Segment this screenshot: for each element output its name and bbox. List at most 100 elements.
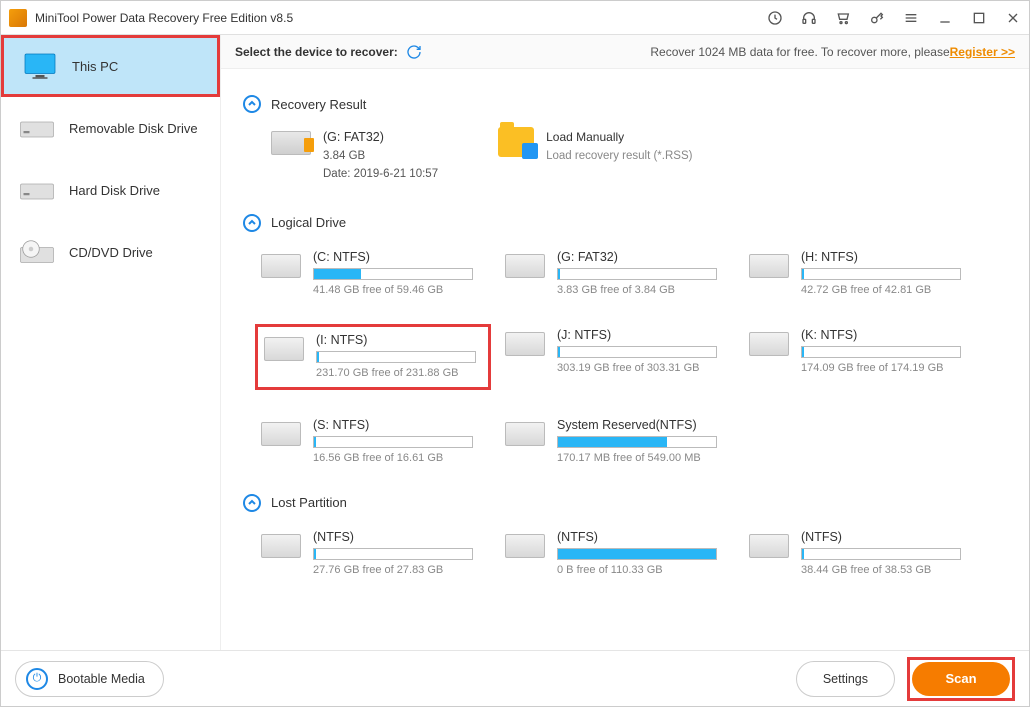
chevron-up-icon [243,494,261,512]
usage-bar [801,268,961,280]
drive-icon [505,332,545,356]
drive-icon [271,131,311,155]
settings-button[interactable]: Settings [796,661,895,697]
sidebar-item-hard-disk-drive[interactable]: Hard Disk Drive [1,159,220,221]
recover-limit-text: Recover 1024 MB data for free. To recove… [650,45,949,59]
drive-name: (K: NTFS) [801,328,973,342]
usage-bar [557,548,717,560]
drive-card-lost-1[interactable]: (NTFS) 0 B free of 110.33 GB [499,526,735,580]
app-title: MiniTool Power Data Recovery Free Editio… [35,11,767,25]
usage-bar [316,351,476,363]
drive-name: System Reserved(NTFS) [557,418,729,432]
drive-icon [505,422,545,446]
usage-bar [557,268,717,280]
bootable-media-button[interactable]: ⏻ Bootable Media [15,661,164,697]
usage-bar [313,548,473,560]
drive-card-lost-0[interactable]: (NTFS) 27.76 GB free of 27.83 GB [255,526,491,580]
drive-name: (NTFS) [557,530,729,544]
drive-free: 42.72 GB free of 42.81 GB [801,284,973,296]
sidebar-item-label: Removable Disk Drive [69,121,198,136]
maximize-icon[interactable] [971,10,987,26]
drive-free: 3.83 GB free of 3.84 GB [557,284,729,296]
drive-free: 231.70 GB free of 231.88 GB [316,367,482,379]
folder-icon [498,127,534,157]
clock-icon[interactable] [767,10,783,26]
drive-card-lost-2[interactable]: (NTFS) 38.44 GB free of 38.53 GB [743,526,979,580]
usage-bar [557,346,717,358]
sidebar: This PC Removable Disk Drive Hard Disk Dri… [1,35,221,650]
select-device-label: Select the device to recover: [235,45,398,59]
sidebar-item-label: This PC [72,59,118,74]
drive-free: 174.09 GB free of 174.19 GB [801,362,973,374]
headset-icon[interactable] [801,10,817,26]
scan-button[interactable]: Scan [912,662,1010,696]
drive-card-logical-0[interactable]: (C: NTFS) 41.48 GB free of 59.46 GB [255,246,491,300]
drive-name: (C: NTFS) [313,250,485,264]
drive-icon [261,534,301,558]
usage-bar [801,548,961,560]
drive-free: 0 B free of 110.33 GB [557,564,729,576]
drive-icon [749,332,789,356]
drive-card-logical-4[interactable]: (J: NTFS) 303.19 GB free of 303.31 GB [499,324,735,390]
drive-icon [261,254,301,278]
drive-name: (J: NTFS) [557,328,729,342]
menu-icon[interactable] [903,10,919,26]
drive-name: (G: FAT32) [557,250,729,264]
header-bar: Select the device to recover: Recover 10… [221,35,1029,69]
usage-bar [801,346,961,358]
drive-name: (I: NTFS) [316,333,482,347]
drive-free: 38.44 GB free of 38.53 GB [801,564,973,576]
usage-bar [313,436,473,448]
cart-icon[interactable] [835,10,851,26]
minimize-icon[interactable] [937,10,953,26]
usage-bar [313,268,473,280]
load-manually[interactable]: Load ManuallyLoad recovery result (*.RSS… [498,127,692,184]
drive-name: (NTFS) [313,530,485,544]
chevron-up-icon [243,95,261,113]
drive-free: 303.19 GB free of 303.31 GB [557,362,729,374]
drive-icon [264,337,304,361]
sidebar-item-label: CD/DVD Drive [69,245,153,260]
drive-free: 27.76 GB free of 27.83 GB [313,564,485,576]
drive-icon [749,534,789,558]
drive-free: 41.48 GB free of 59.46 GB [313,284,485,296]
close-icon[interactable] [1005,10,1021,26]
titlebar: MiniTool Power Data Recovery Free Editio… [1,1,1029,35]
usage-bar [557,436,717,448]
footer: ⏻ Bootable Media Settings Scan [1,650,1029,706]
section-recovery-result[interactable]: Recovery Result [243,95,1007,113]
section-logical-drive[interactable]: Logical Drive [243,214,1007,232]
sidebar-item-this-pc[interactable]: This PC [1,35,220,97]
drive-icon [505,534,545,558]
drive-name: (NTFS) [801,530,973,544]
key-icon[interactable] [869,10,885,26]
drive-icon [19,114,55,142]
drive-name: (S: NTFS) [313,418,485,432]
drive-icon [261,422,301,446]
drive-icon [749,254,789,278]
drive-card-logical-5[interactable]: (K: NTFS) 174.09 GB free of 174.19 GB [743,324,979,390]
drive-card-logical-6[interactable]: (S: NTFS) 16.56 GB free of 16.61 GB [255,414,491,468]
drive-icon [505,254,545,278]
refresh-icon[interactable] [406,44,422,60]
scan-highlight: Scan [907,657,1015,701]
drive-icon [19,176,55,204]
recovery-result-item[interactable]: (G: FAT32)3.84 GBDate: 2019-6-21 10:57 [271,127,438,184]
drive-free: 170.17 MB free of 549.00 MB [557,452,729,464]
monitor-icon [22,52,58,80]
power-icon: ⏻ [26,668,48,690]
chevron-up-icon [243,214,261,232]
cd-icon [19,238,55,266]
sidebar-item-removable-disk-drive[interactable]: Removable Disk Drive [1,97,220,159]
register-link[interactable]: Register >> [950,45,1015,59]
sidebar-item-label: Hard Disk Drive [69,183,160,198]
sidebar-item-cd-dvd-drive[interactable]: CD/DVD Drive [1,221,220,283]
app-icon [9,9,27,27]
drive-card-logical-1[interactable]: (G: FAT32) 3.83 GB free of 3.84 GB [499,246,735,300]
drive-free: 16.56 GB free of 16.61 GB [313,452,485,464]
drive-card-logical-7[interactable]: System Reserved(NTFS) 170.17 MB free of 5… [499,414,735,468]
bootable-label: Bootable Media [58,672,145,686]
drive-card-logical-3[interactable]: (I: NTFS) 231.70 GB free of 231.88 GB [255,324,491,390]
drive-card-logical-2[interactable]: (H: NTFS)42.72 GB free of 42.81 GB [743,246,979,300]
section-lost-partition[interactable]: Lost Partition [243,494,1007,512]
